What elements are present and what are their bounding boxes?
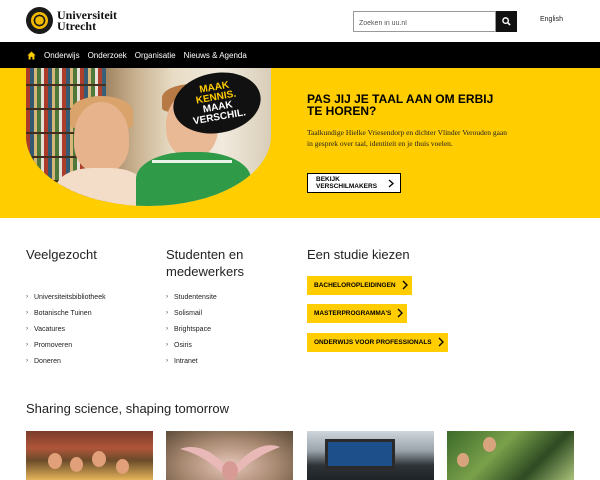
bacheloropleidingen-button[interactable]: BACHELOROPLEIDINGEN [307, 276, 412, 295]
sharing-science-title: Sharing science, shaping tomorrow [26, 401, 230, 416]
chevron-right-icon: › [166, 358, 168, 364]
button-label: BACHELOROPLEIDINGEN [314, 282, 396, 289]
list-item[interactable]: › Vacatures [26, 321, 106, 337]
search-input[interactable] [354, 14, 495, 33]
search-box [353, 11, 496, 33]
person-face [70, 457, 83, 472]
university-logo[interactable]: Universiteit Utrecht [26, 7, 117, 34]
person-face [48, 453, 62, 469]
chevron-right-icon: › [166, 310, 168, 316]
list-item[interactable]: › Botanische Tuinen [26, 305, 106, 321]
list-item[interactable]: › Osiris [166, 337, 217, 353]
link-label: Vacatures [34, 325, 65, 333]
chevron-right-icon: › [26, 310, 28, 316]
studenten-list: › Studentensite › Solismail › Brightspace ›… [166, 289, 217, 369]
logo-line2: Utrecht [57, 18, 97, 33]
list-item[interactable]: › Solismail [166, 305, 217, 321]
news-thumbnail-garden[interactable] [447, 431, 574, 480]
bekijk-verschilmakers-button[interactable]: BEKIJK VERSCHILMAKERS [307, 173, 401, 193]
news-thumbnail-bird[interactable] [166, 431, 293, 480]
link-label: Solismail [174, 309, 203, 317]
laptop-screen-image [325, 439, 395, 469]
university-seal-icon [26, 7, 53, 34]
link-label: Doneren [34, 357, 61, 365]
studenten-medewerkers-title: Studenten en medewerkers [166, 247, 245, 279]
link-label: Osiris [174, 341, 192, 349]
chevron-right-icon: › [166, 342, 168, 348]
chevron-right-icon [402, 280, 408, 290]
logo-text: Universiteit Utrecht [57, 9, 117, 33]
veelgezocht-title: Veelgezocht [26, 247, 97, 262]
home-icon [26, 50, 36, 60]
site-header: Universiteit Utrecht English [0, 0, 600, 42]
veelgezocht-list: › Universiteitsbibliotheek › Botanische Tu… [26, 289, 106, 369]
sign-line: VERSCHIL. [192, 107, 247, 128]
main-navigation: Onderwijs Onderzoek Organisatie Nieuws &… [0, 42, 600, 68]
person-face [483, 437, 496, 452]
chevron-right-icon: › [26, 294, 28, 300]
news-thumbnail-laptop[interactable] [307, 431, 434, 480]
chevron-right-icon: › [26, 358, 28, 364]
list-item[interactable]: › Universiteitsbibliotheek [26, 289, 106, 305]
link-label: Intranet [174, 357, 198, 365]
list-item[interactable]: › Intranet [166, 353, 217, 369]
chevron-right-icon [397, 308, 404, 318]
link-label: Botanische Tuinen [34, 309, 92, 317]
hero-text: Taalkundige Hielke Vriesendorp en dichte… [307, 128, 508, 148]
person-face [92, 451, 106, 467]
news-thumbnail-group-photo[interactable] [26, 431, 153, 480]
hero-photo: MAAK KENNIS. MAAK VERSCHIL. [26, 68, 271, 206]
language-switch-link[interactable]: English [540, 16, 563, 23]
nav-item-onderwijs[interactable]: Onderwijs [44, 51, 80, 60]
button-label: MASTERPROGRAMMA'S [314, 310, 392, 317]
studie-kiezen-title: Een studie kiezen [307, 247, 410, 262]
masterprogrammas-button[interactable]: MASTERPROGRAMMA'S [307, 304, 408, 323]
person-face [116, 459, 129, 474]
chevron-right-icon [438, 337, 444, 347]
list-item[interactable]: › Studentensite [166, 289, 217, 305]
search-button[interactable] [496, 11, 517, 32]
nav-item-organisatie[interactable]: Organisatie [135, 51, 176, 60]
shirt-stripe [152, 160, 232, 163]
onderwijs-professionals-button[interactable]: ONDERWIJS VOOR PROFESSIONALS [307, 333, 448, 352]
list-item[interactable]: › Brightspace [166, 321, 217, 337]
link-label: Promoveren [34, 341, 73, 349]
nav-item-nieuws-agenda[interactable]: Nieuws & Agenda [184, 51, 247, 60]
chevron-right-icon: › [166, 326, 168, 332]
home-link[interactable] [26, 50, 36, 60]
link-label: Studentensite [174, 293, 217, 301]
hero-title: PAS JIJ JE TAAL AAN OM ERBIJ TE HOREN? [307, 92, 494, 118]
person-body [56, 168, 146, 206]
search-icon [502, 17, 511, 26]
nav-item-onderzoek[interactable]: Onderzoek [88, 51, 127, 60]
button-label: ONDERWIJS VOOR PROFESSIONALS [314, 339, 432, 346]
hero-banner: MAAK KENNIS. MAAK VERSCHIL. [0, 68, 600, 218]
person-face [74, 102, 129, 172]
chevron-right-icon: › [26, 342, 28, 348]
link-label: Brightspace [174, 325, 211, 333]
chevron-right-icon: › [166, 294, 168, 300]
list-item[interactable]: › Doneren [26, 353, 106, 369]
chevron-right-icon [388, 179, 394, 188]
link-label: Universiteitsbibliotheek [34, 293, 106, 301]
list-item[interactable]: › Promoveren [26, 337, 106, 353]
chevron-right-icon: › [26, 326, 28, 332]
bird-image [180, 445, 280, 480]
person-face [457, 453, 469, 467]
